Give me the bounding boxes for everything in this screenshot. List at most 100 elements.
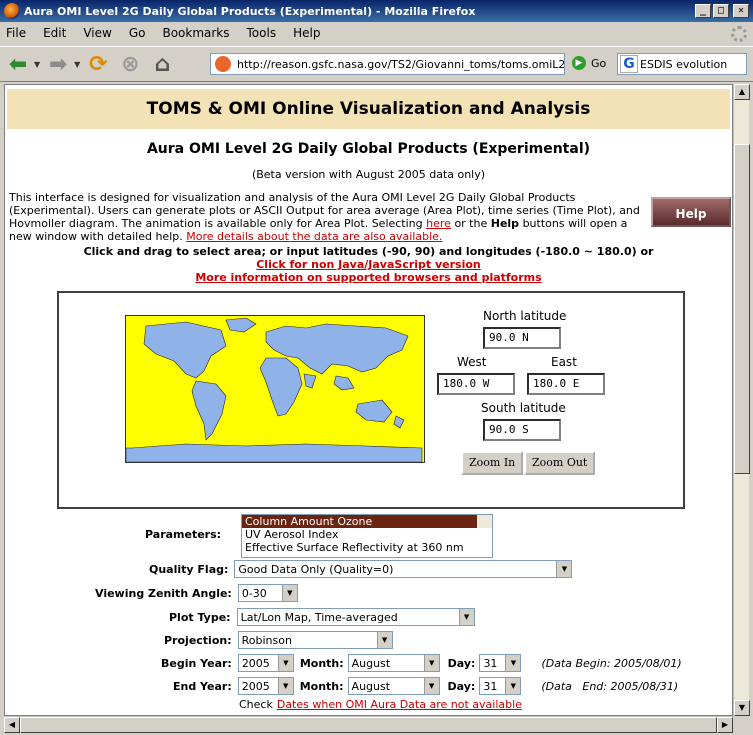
maximize-button[interactable]: □ bbox=[713, 4, 729, 18]
begin-year-select[interactable]: 2005 ▼ bbox=[237, 654, 294, 672]
east-longitude-input[interactable]: 180.0 E bbox=[527, 373, 605, 395]
chevron-down-icon: ▼ bbox=[505, 678, 521, 694]
stop-icon[interactable]: ⊗ bbox=[116, 50, 144, 78]
chevron-down-icon: ▼ bbox=[423, 655, 439, 671]
chevron-down-icon: ▼ bbox=[423, 678, 439, 694]
menu-help[interactable]: Help bbox=[293, 26, 320, 40]
vertical-scroll-thumb[interactable] bbox=[734, 144, 750, 474]
zoom-in-button[interactable]: Zoom In bbox=[461, 451, 524, 475]
west-longitude-input[interactable]: 180.0 W bbox=[437, 373, 515, 395]
menu-view[interactable]: View bbox=[83, 26, 111, 40]
parameters-listbox[interactable]: Column Amount Ozone UV Aerosol Index Eff… bbox=[241, 514, 493, 558]
search-input[interactable]: G ESDIS evolution bbox=[617, 53, 747, 75]
zoom-out-button[interactable]: Zoom Out bbox=[524, 451, 596, 475]
page-subtitle: Aura OMI Level 2G Daily Global Products … bbox=[146, 141, 591, 157]
parameters-label: Parameters: bbox=[145, 528, 222, 541]
google-search-engine-icon[interactable]: G bbox=[620, 55, 638, 73]
quality-flag-value: Good Data Only (Quality=0) bbox=[238, 562, 394, 576]
horizontal-scrollbar[interactable]: ◀ ▶ bbox=[4, 716, 733, 733]
horizontal-scroll-thumb[interactable] bbox=[20, 717, 717, 733]
intro-mid: or the bbox=[454, 217, 488, 230]
vertical-scrollbar[interactable]: ▲ ▼ bbox=[733, 84, 750, 716]
viewing-zenith-angle-select[interactable]: 0-30 ▼ bbox=[237, 584, 298, 602]
end-day-value: 31 bbox=[483, 679, 498, 693]
go-arrow-icon: ▶ bbox=[572, 56, 586, 70]
scroll-up-icon[interactable]: ▲ bbox=[734, 84, 750, 100]
list-item[interactable]: Column Amount Ozone bbox=[242, 515, 492, 528]
go-label: Go bbox=[591, 56, 607, 70]
plot-type-select[interactable]: Lat/Lon Map, Time-averaged ▼ bbox=[236, 608, 475, 626]
beta-note: (Beta version with August 2005 data only… bbox=[251, 168, 486, 181]
quality-flag-select[interactable]: Good Data Only (Quality=0) ▼ bbox=[234, 560, 573, 578]
north-latitude-label: North latitude bbox=[483, 309, 567, 323]
list-item[interactable]: UV Aerosol Index bbox=[242, 528, 492, 541]
begin-month-select[interactable]: August ▼ bbox=[347, 654, 440, 672]
check-text: Check bbox=[239, 698, 273, 711]
unavailable-dates-link[interactable]: Dates when OMI Aura Data are not availab… bbox=[277, 698, 522, 711]
vza-value: 0-30 bbox=[241, 586, 267, 600]
menu-tools[interactable]: Tools bbox=[247, 26, 277, 40]
begin-day-value: 31 bbox=[483, 656, 498, 670]
end-year-label: End Year: bbox=[173, 679, 232, 693]
projection-label: Projection: bbox=[164, 633, 232, 647]
minimize-button[interactable]: _ bbox=[695, 4, 711, 18]
go-button[interactable]: ▶ Go bbox=[572, 56, 606, 70]
menu-edit[interactable]: Edit bbox=[43, 26, 66, 40]
page-banner: TOMS & OMI Online Visualization and Anal… bbox=[7, 89, 730, 129]
begin-day-select[interactable]: 31 ▼ bbox=[479, 654, 522, 672]
plot-type-label: Plot Type: bbox=[169, 610, 231, 624]
scroll-right-icon[interactable]: ▶ bbox=[717, 717, 733, 733]
chevron-down-icon: ▼ bbox=[277, 678, 293, 694]
scroll-left-icon[interactable]: ◀ bbox=[4, 717, 20, 733]
chevron-down-icon: ▼ bbox=[556, 561, 572, 577]
begin-year-label: Begin Year: bbox=[161, 656, 232, 670]
begin-day-label: Day: bbox=[447, 656, 476, 670]
world-map-graphic bbox=[125, 317, 423, 463]
reload-icon[interactable]: ⟳ bbox=[84, 50, 112, 78]
world-map[interactable] bbox=[125, 315, 425, 463]
plot-type-value: Lat/Lon Map, Time-averaged bbox=[240, 610, 398, 624]
url-text: http://reason.gsfc.nasa.gov/TS2/Giovanni… bbox=[237, 57, 565, 71]
end-month-select[interactable]: August ▼ bbox=[347, 677, 440, 695]
forward-arrow-icon[interactable]: ➡ bbox=[44, 50, 72, 78]
back-arrow-icon[interactable]: ⬅ bbox=[4, 50, 32, 78]
scrollbar-corner bbox=[733, 716, 753, 735]
intro-paragraph: This interface is designed for visualiza… bbox=[5, 191, 645, 243]
data-end-note: (Data End: 2005/08/31) bbox=[541, 679, 679, 693]
south-latitude-input[interactable]: 90.0 S bbox=[483, 419, 561, 441]
menu-go[interactable]: Go bbox=[129, 26, 146, 40]
chevron-down-icon: ▼ bbox=[458, 609, 474, 625]
chevron-down-icon: ▼ bbox=[281, 585, 297, 601]
firefox-icon bbox=[4, 3, 20, 19]
projection-value: Robinson bbox=[241, 633, 292, 647]
begin-month-label: Month: bbox=[299, 656, 344, 670]
menu-file[interactable]: File bbox=[6, 26, 26, 40]
quality-flag-label: Quality Flag: bbox=[149, 562, 229, 576]
scroll-down-icon[interactable]: ▼ bbox=[734, 700, 750, 716]
north-latitude-input[interactable]: 90.0 N bbox=[483, 327, 561, 349]
intro-here-link[interactable]: here bbox=[426, 217, 451, 230]
window-title-bar: Aura OMI Level 2G Daily Global Products … bbox=[0, 0, 753, 22]
window-title: Aura OMI Level 2G Daily Global Products … bbox=[24, 4, 476, 18]
begin-month-value: August bbox=[351, 656, 391, 670]
search-value: ESDIS evolution bbox=[640, 57, 728, 71]
more-details-link[interactable]: More details about the data are also ava… bbox=[186, 230, 442, 243]
home-icon[interactable]: ⌂ bbox=[148, 50, 176, 78]
close-button[interactable]: ✕ bbox=[733, 4, 749, 18]
projection-select[interactable]: Robinson ▼ bbox=[237, 631, 393, 649]
end-month-label: Month: bbox=[299, 679, 344, 693]
throbber-icon bbox=[731, 26, 747, 42]
listbox-scrollbar[interactable] bbox=[477, 515, 492, 528]
end-month-value: August bbox=[351, 679, 391, 693]
menu-bookmarks[interactable]: Bookmarks bbox=[162, 26, 229, 40]
help-button[interactable]: Help bbox=[651, 197, 731, 227]
browsers-link[interactable]: More information on supported browsers a… bbox=[195, 271, 541, 284]
forward-dropdown-icon[interactable]: ▼ bbox=[74, 60, 80, 69]
back-dropdown-icon[interactable]: ▼ bbox=[34, 60, 40, 69]
end-day-select[interactable]: 31 ▼ bbox=[479, 677, 522, 695]
list-item[interactable]: Effective Surface Reflectivity at 360 nm bbox=[242, 541, 492, 554]
page-content: TOMS & OMI Online Visualization and Anal… bbox=[4, 84, 733, 716]
url-bar[interactable]: http://reason.gsfc.nasa.gov/TS2/Giovanni… bbox=[210, 53, 565, 75]
non-java-link[interactable]: Click for non Java/JavaScript version bbox=[256, 258, 481, 271]
end-year-select[interactable]: 2005 ▼ bbox=[237, 677, 294, 695]
